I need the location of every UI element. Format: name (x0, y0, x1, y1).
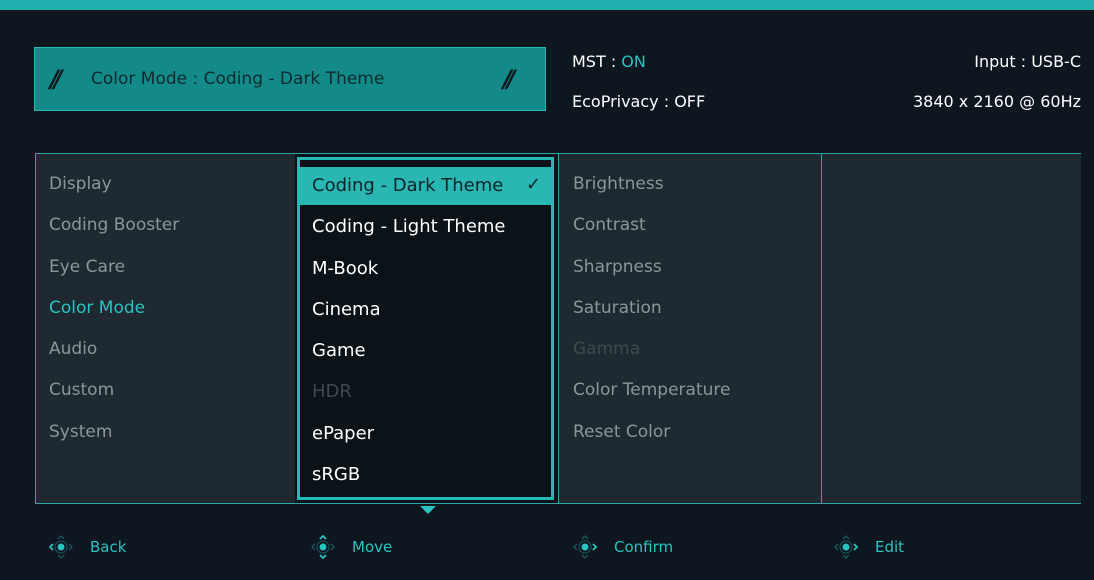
option-label: M-Book (312, 258, 379, 279)
color-mode-option-srgb[interactable]: sRGB (300, 456, 551, 494)
color-mode-option-hdr: HDR (300, 373, 551, 411)
color-mode-option-m-book[interactable]: M-Book (300, 250, 551, 288)
setting-color-temperature[interactable]: Color Temperature (573, 380, 730, 400)
slash-decoration-right: // (503, 65, 515, 93)
option-label: Cinema (312, 299, 381, 320)
joystick-icon (573, 535, 598, 559)
resolution-status: 3840 x 2160 @ 60Hz (912, 92, 1081, 111)
menu-item-color-mode[interactable]: Color Mode (49, 298, 145, 318)
setting-brightness[interactable]: Brightness (573, 174, 664, 194)
ecoprivacy-status: EcoPrivacy : OFF (572, 92, 706, 111)
setting-contrast[interactable]: Contrast (573, 215, 646, 235)
option-label: Coding - Light Theme (312, 216, 506, 237)
joystick-icon (311, 534, 335, 560)
move-label: Move (352, 538, 393, 556)
mst-label: MST : (572, 52, 622, 71)
mst-status: MST : ON (572, 52, 646, 71)
option-label: sRGB (312, 464, 361, 485)
main-menu: Display Coding Booster Eye Care Color Mo… (36, 154, 295, 503)
slash-decoration-left: // (50, 65, 62, 93)
joystick-icon (834, 535, 859, 559)
menu-item-system[interactable]: System (49, 422, 112, 442)
color-mode-option-game[interactable]: Game (300, 332, 551, 370)
menu-item-display[interactable]: Display (49, 174, 112, 194)
back-label: Back (90, 538, 127, 556)
confirm-label: Confirm (614, 538, 674, 556)
option-label: HDR (312, 381, 352, 402)
color-mode-list: Coding - Dark Theme ✓ Coding - Light The… (297, 157, 554, 500)
setting-reset-color[interactable]: Reset Color (573, 422, 670, 442)
color-mode-option-coding-light[interactable]: Coding - Light Theme (300, 208, 551, 246)
color-mode-option-coding-dark[interactable]: Coding - Dark Theme ✓ (300, 167, 551, 205)
option-label: ePaper (312, 423, 375, 444)
setting-saturation[interactable]: Saturation (573, 298, 662, 318)
color-mode-option-cinema[interactable]: Cinema (300, 291, 551, 329)
down-arrow-icon (420, 506, 436, 514)
menu-item-custom[interactable]: Custom (49, 380, 114, 400)
top-accent-bar (0, 0, 1094, 10)
color-mode-status: Color Mode : Coding - Dark Theme (91, 69, 385, 89)
input-status: Input : USB-C (974, 52, 1081, 71)
list-top-edge (300, 160, 551, 164)
option-label: Game (312, 340, 366, 361)
edit-label: Edit (875, 538, 905, 556)
setting-sharpness[interactable]: Sharpness (573, 257, 662, 277)
settings-column: Brightness Contrast Sharpness Saturation… (558, 154, 821, 503)
joystick-icon (48, 535, 73, 559)
setting-gamma: Gamma (573, 339, 641, 359)
menu-item-coding-booster[interactable]: Coding Booster (49, 215, 179, 235)
color-mode-banner: // Color Mode : Coding - Dark Theme // (34, 47, 546, 111)
menu-item-eye-care[interactable]: Eye Care (49, 257, 125, 277)
check-icon: ✓ (526, 174, 542, 195)
option-label: Coding - Dark Theme (312, 175, 504, 196)
menu-item-audio[interactable]: Audio (49, 339, 97, 359)
color-mode-option-epaper[interactable]: ePaper (300, 415, 551, 453)
mst-value: ON (621, 52, 646, 71)
value-column (821, 154, 1081, 503)
